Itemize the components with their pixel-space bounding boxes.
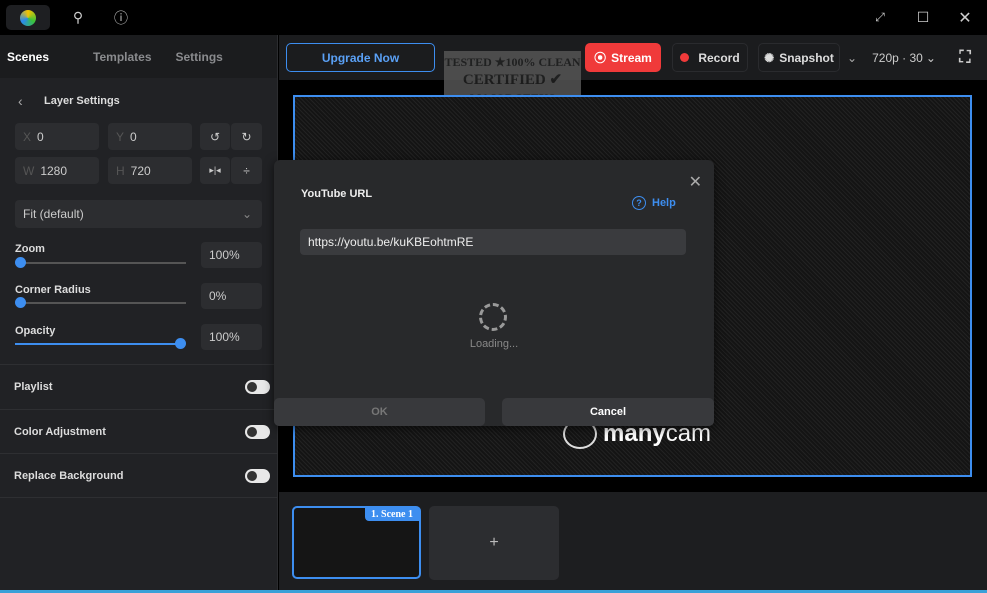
corner-radius-slider[interactable] [20,302,186,304]
scene-label: 1. Scene 1 [365,508,419,521]
add-scene-button[interactable]: + [429,506,559,580]
opacity-input[interactable]: 100% [201,324,262,350]
close-icon[interactable]: ✕ [689,172,702,192]
zoom-input[interactable]: 100% [201,242,262,268]
loading-spinner-icon [479,303,507,331]
back-icon[interactable]: ‹ [18,93,23,109]
tab-settings[interactable]: Settings [176,50,223,64]
zoom-slider[interactable] [20,262,186,264]
playlist-label: Playlist [14,381,53,393]
replace-background-toggle[interactable] [245,468,270,483]
snapshot-label: Snapshot [779,50,834,65]
manycam-logo-icon [20,9,36,26]
x-field[interactable]: X0 [15,123,99,150]
cancel-button[interactable]: Cancel [502,398,714,426]
width-field[interactable]: W 1280 [15,157,99,184]
opacity-slider-handle[interactable] [175,338,186,349]
left-tabs: Scenes Templates Settings [0,35,277,78]
fullscreen-icon[interactable]: ⛶ [953,43,977,72]
replace-background-row: Replace Background [0,453,278,498]
flip-vertical-icon[interactable]: ÷ [231,157,262,184]
close-icon[interactable]: ✕ [943,5,987,30]
color-adjustment-row: Color Adjustment [0,409,278,454]
y-field[interactable]: Y0 [108,123,192,150]
y-value: 0 [130,129,137,144]
playlist-row: Playlist [0,364,278,409]
record-icon [680,53,690,62]
playlist-toggle[interactable] [245,380,270,394]
tab-scenes[interactable]: Scenes [7,50,49,64]
user-icon[interactable]: ⚲ [56,5,100,30]
manycam-logo-button[interactable] [6,5,50,30]
corner-radius-slider-handle[interactable] [15,297,26,308]
corner-radius-input[interactable]: 0% [201,283,262,309]
opacity-slider[interactable] [15,343,181,345]
title-bar: ⚲ ⓘ ⤢ ☐ ✕ [0,0,987,35]
corner-radius-label: Corner Radius [15,284,91,296]
w-value: 1280 [40,163,68,178]
w-key: W [23,163,35,178]
maximize-icon[interactable]: ☐ [901,5,945,30]
height-field[interactable]: H 720 [108,157,192,184]
loading-text: Loading... [469,338,519,350]
rotate-left-icon[interactable]: ↺ [200,123,230,150]
tab-templates[interactable]: Templates [93,50,151,64]
record-button[interactable]: Record [672,43,748,72]
top-toolbar: Upgrade Now TESTED ★100% CLEAN CERTIFIED … [279,35,987,126]
layer-settings-panel: Scenes Templates Settings ‹ Layer Settin… [0,35,278,590]
color-adjustment-toggle[interactable] [245,425,270,439]
youtube-url-input[interactable]: https://youtu.be/kuKBEohtmRE [300,229,686,255]
snapshot-button[interactable]: ✺ Snapshot [758,43,840,72]
replace-background-label: Replace Background [14,469,124,482]
flip-horizontal-icon[interactable]: ▸|◂ [200,157,230,184]
youtube-url-dialog: YouTube URL ✕ ? Help https://youtu.be/kuK… [274,160,714,426]
ok-button[interactable]: OK [274,398,485,426]
resolution-value: 720p · 30 [872,50,923,65]
zoom-slider-handle[interactable] [15,257,26,268]
scene-thumbnail[interactable]: 1. Scene 1 [292,506,421,579]
zoom-label: Zoom [15,243,45,255]
opacity-label: Opacity [15,325,56,337]
rotate-right-icon[interactable]: ↻ [231,123,262,150]
help-link[interactable]: ? Help [632,196,676,210]
chevron-down-icon: ⌄ [925,50,936,65]
dialog-title: YouTube URL [301,188,373,200]
record-label: Record [698,50,740,65]
help-icon: ? [632,196,646,210]
x-key: X [23,129,32,144]
chevron-down-icon: ⌄ [241,207,252,221]
fit-dropdown[interactable]: Fit (default) ⌄ [15,200,262,228]
x-value: 0 [37,129,44,144]
stream-button[interactable]: ⦿ Stream [585,43,661,72]
upgrade-now-button[interactable]: Upgrade Now [286,43,435,72]
restore-icon[interactable]: ⤢ [858,5,902,30]
help-label: Help [652,197,676,209]
fit-value: Fit (default) [23,207,84,221]
h-key: H [116,163,125,178]
info-icon[interactable]: ⓘ [99,5,143,30]
snapshot-chevron-icon[interactable]: ⌄ [843,43,861,72]
panel-title: Layer Settings [44,95,120,107]
stream-label: Stream [611,50,652,65]
h-value: 720 [130,163,151,178]
stream-icon: ⦿ [594,51,607,65]
resolution-dropdown[interactable]: 720p · 30 ⌄ [869,43,939,72]
y-key: Y [116,129,125,144]
aperture-icon: ✺ [764,50,775,65]
scenes-strip: 1. Scene 1 + [279,492,987,590]
color-adjustment-label: Color Adjustment [14,426,106,438]
